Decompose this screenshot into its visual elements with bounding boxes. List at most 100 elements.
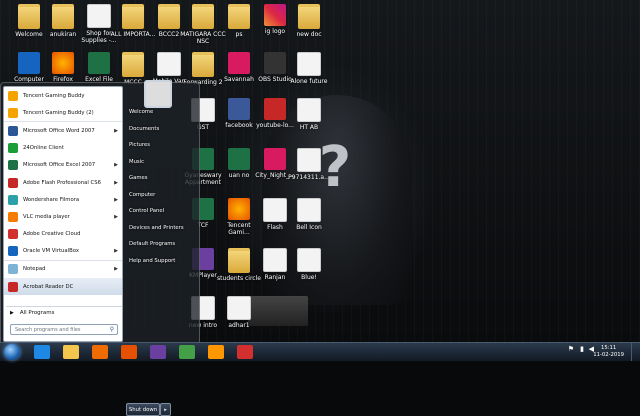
shutdown-label: Shut down xyxy=(128,406,158,413)
program-label: VLC media player xyxy=(23,213,70,220)
start-menu-place[interactable]: Control Panel xyxy=(125,203,197,220)
start-menu-program[interactable]: Adobe Creative Cloud xyxy=(4,226,122,243)
shutdown-options-button[interactable]: ▸ xyxy=(160,403,171,416)
start-menu-program[interactable]: Microsoft Office Excel 2007 ▶ xyxy=(4,157,122,174)
desktop-icon[interactable]: Alone future xyxy=(286,52,332,85)
program-label: Acrobat Reader DC xyxy=(23,283,74,290)
folder-icon xyxy=(192,52,214,77)
network-icon[interactable]: ▮ xyxy=(580,345,584,353)
start-menu: Tencent Gaming Buddy Tencent Gaming Buddy… xyxy=(0,82,200,416)
show-desktop-button[interactable] xyxy=(631,343,640,361)
desktop-icon-label: Blue! xyxy=(301,274,317,281)
obs-icon xyxy=(264,52,286,74)
desktop-icon-label: facebook xyxy=(225,122,253,129)
start-menu-place[interactable]: Pictures xyxy=(125,137,197,154)
desktop-icon-label: Tencent Gami... xyxy=(227,222,251,236)
start-menu-place[interactable]: Games xyxy=(125,170,197,187)
program-label: Adobe Creative Cloud xyxy=(23,231,81,238)
firefox-icon-2[interactable] xyxy=(208,345,224,359)
clock[interactable]: 15:11 11-02-2019 xyxy=(593,345,624,359)
start-menu-program[interactable]: Adobe Flash Professional CS6 ▶ xyxy=(4,174,122,191)
doc-icon xyxy=(157,52,181,76)
shutdown-button[interactable]: Shut down xyxy=(126,403,160,416)
folder-icon xyxy=(298,4,320,29)
start-menu-place[interactable]: Music xyxy=(125,154,197,171)
folder-icon xyxy=(122,4,144,29)
firefox-icon[interactable] xyxy=(121,345,137,359)
mp3-icon xyxy=(228,52,250,74)
folder-icon xyxy=(228,248,250,273)
doc-icon xyxy=(263,248,287,272)
desktop-icon-label: ig logo xyxy=(264,28,286,35)
computer-icon xyxy=(18,52,40,74)
doc-icon xyxy=(227,296,251,320)
desktop-icon-label: Ranjan xyxy=(264,274,286,281)
start-menu-program[interactable]: 24Online Client xyxy=(4,140,122,157)
submenu-arrow-icon: ▶ xyxy=(114,162,118,169)
youtube-icon xyxy=(264,98,286,120)
triangle-right-icon: ▶ xyxy=(10,310,14,316)
ie-icon[interactable] xyxy=(34,345,50,359)
explorer-icon[interactable] xyxy=(63,345,79,359)
facebook-icon xyxy=(228,98,250,120)
flag-icon[interactable]: ⚑ xyxy=(568,345,574,353)
doc-icon xyxy=(297,52,321,76)
start-menu-program[interactable]: Notepad ▶ xyxy=(4,259,122,278)
start-menu-program[interactable]: VLC media player ▶ xyxy=(4,208,122,225)
submenu-arrow-icon: ▶ xyxy=(114,248,118,255)
submenu-arrow-icon: ▶ xyxy=(114,196,118,203)
submenu-arrow-icon: ▶ xyxy=(114,127,118,134)
folder-icon xyxy=(192,4,214,29)
user-picture[interactable] xyxy=(144,80,172,108)
visual-studio-icon[interactable] xyxy=(150,345,166,359)
excel-icon xyxy=(8,160,18,171)
tencent-icon xyxy=(228,198,250,220)
program-label: Tencent Gaming Buddy (2) xyxy=(23,109,94,116)
desktop-icon[interactable]: Blue! xyxy=(286,248,332,281)
start-menu-program[interactable]: Oracle VM VirtualBox ▶ xyxy=(4,243,122,260)
taskbar: ⚑ ▮ ◀ 15:11 11-02-2019 xyxy=(0,342,640,361)
search-input[interactable]: Search programs and files ⚲ xyxy=(10,324,118,335)
submenu-arrow-icon: ▶ xyxy=(114,179,118,186)
start-button[interactable] xyxy=(4,344,20,360)
search-icon: ⚲ xyxy=(109,326,114,333)
desktop-icon-label: Bell Icon xyxy=(296,224,322,231)
all-programs-button[interactable]: ▶ All Programs xyxy=(6,306,122,319)
program-label: Microsoft Office Word 2007 xyxy=(23,127,95,134)
desktop-icon[interactable]: adhar1 xyxy=(216,296,262,329)
desktop-icon-label: adhar1 xyxy=(228,322,250,329)
start-menu-place[interactable]: Devices and Printers xyxy=(125,220,197,237)
24online-icon xyxy=(8,143,18,154)
creative-cloud-icon[interactable] xyxy=(237,345,253,359)
program-label: Notepad xyxy=(23,266,46,273)
desktop-icon[interactable]: Bell Icon xyxy=(286,198,332,231)
virtualbox-icon xyxy=(8,246,18,257)
media-player-icon[interactable] xyxy=(92,345,108,359)
desktop-icon[interactable]: P9714311.a... xyxy=(286,148,332,181)
start-menu-program[interactable]: Wondershare Filmora ▶ xyxy=(4,191,122,208)
start-menu-place[interactable]: Documents xyxy=(125,121,197,138)
desktop-icon[interactable]: new doc xyxy=(286,4,332,38)
desktop-icon-label: HT AB xyxy=(299,124,319,131)
desktop-icon-label: Welcome xyxy=(15,31,43,38)
start-menu-place[interactable]: Computer xyxy=(125,187,197,204)
chrome-icon[interactable] xyxy=(179,345,195,359)
start-menu-place[interactable]: Help and Support xyxy=(125,253,197,270)
doc-icon xyxy=(297,98,321,122)
start-menu-program[interactable]: Tencent Gaming Buddy xyxy=(4,87,122,104)
doc-icon xyxy=(297,148,321,172)
firefox-icon xyxy=(52,52,74,74)
folder-icon xyxy=(158,4,180,29)
start-menu-program[interactable]: Tencent Gaming Buddy (2) xyxy=(4,104,122,121)
desktop-icon[interactable]: HT AB xyxy=(286,98,332,131)
programs-pane: Tencent Gaming Buddy Tencent Gaming Buddy… xyxy=(3,86,123,342)
acrobat-icon xyxy=(8,281,18,292)
doc-icon xyxy=(263,198,287,222)
desktop-icon-label: Flash xyxy=(267,224,283,231)
desktop-icon-label: uan no xyxy=(228,172,250,179)
start-menu-program[interactable]: Microsoft Office Word 2007 ▶ xyxy=(4,121,122,139)
start-menu-program[interactable]: Acrobat Reader DC xyxy=(4,278,122,296)
desktop-icon-label: new doc xyxy=(296,31,322,38)
start-menu-place[interactable]: Default Programs xyxy=(125,236,197,253)
program-label: Tencent Gaming Buddy xyxy=(23,92,85,99)
